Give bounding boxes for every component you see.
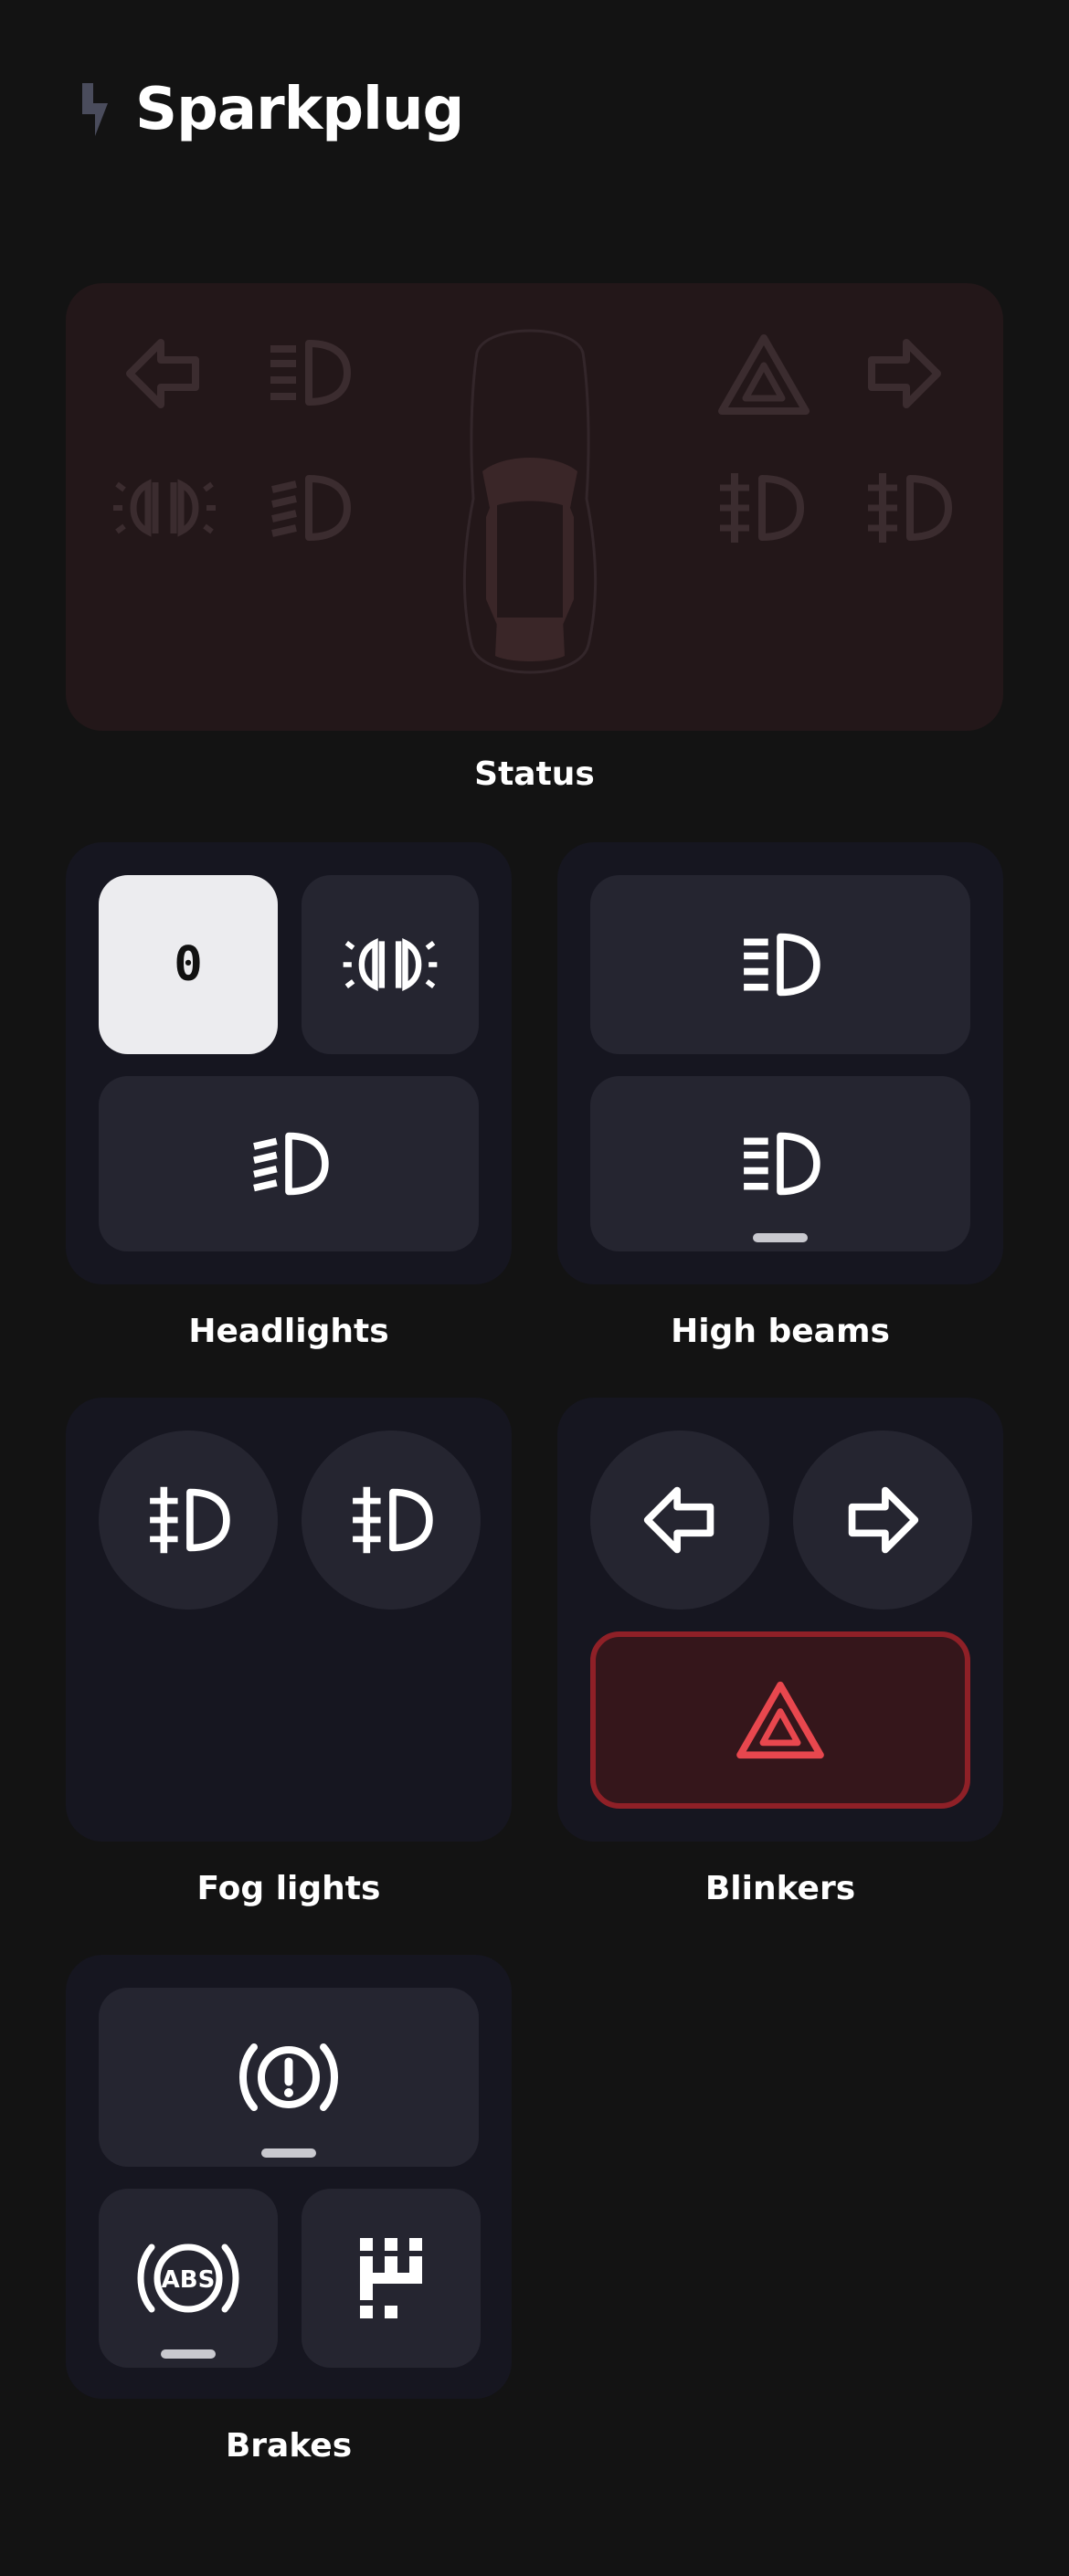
headlights-card: 0 — [66, 842, 512, 1284]
right-arrow-icon — [868, 339, 941, 408]
abs-icon: ABS — [137, 2243, 239, 2313]
right-arrow-icon — [848, 1486, 919, 1554]
fog-lights-card — [66, 1398, 512, 1842]
high-beam-icon — [270, 340, 351, 406]
dashboard-page: Sparkplug Status 0 Headlights High beams… — [0, 0, 1069, 2576]
bolt-icon — [82, 83, 108, 136]
app-header: Sparkplug — [77, 76, 464, 143]
app-title: Sparkplug — [135, 76, 464, 143]
high-beams-label: High beams — [671, 1313, 890, 1350]
left-arrow-icon — [126, 339, 199, 408]
low-beam-icon — [253, 1132, 329, 1196]
blinkers-card — [557, 1398, 1003, 1842]
high-beam-icon — [744, 933, 820, 997]
high-beams-card — [557, 842, 1003, 1284]
low-beam-icon — [271, 475, 351, 541]
car-top-view-icon — [462, 329, 598, 674]
gear-shift-button[interactable] — [302, 2189, 481, 2368]
parking-light-icon — [343, 937, 438, 992]
brakes-card: ABS — [66, 1955, 512, 2399]
abs-icon-text: ABS — [162, 2266, 216, 2294]
left-arrow-icon — [643, 1486, 714, 1554]
high-beam-button-1[interactable] — [590, 875, 970, 1054]
fog-light-button-2[interactable] — [302, 1431, 481, 1610]
gear-shift-icon — [360, 2238, 422, 2318]
left-blinker-button[interactable] — [590, 1431, 769, 1610]
right-blinker-button[interactable] — [793, 1431, 972, 1610]
blinkers-label: Blinkers — [704, 1870, 856, 1907]
headlight-level-button[interactable]: 0 — [99, 875, 278, 1054]
hazard-icon — [736, 1681, 824, 1759]
abs-button[interactable]: ABS — [99, 2189, 278, 2368]
fog-lights-label: Fog lights — [196, 1870, 381, 1907]
status-panel — [66, 283, 1003, 731]
active-indicator — [753, 1233, 808, 1242]
hazard-icon — [718, 334, 810, 415]
fog-light-icon — [868, 473, 952, 543]
brakes-label: Brakes — [225, 2427, 353, 2465]
headlights-label: Headlights — [188, 1313, 389, 1350]
high-beam-icon — [744, 1132, 820, 1196]
brake-warning-button[interactable] — [99, 1988, 479, 2167]
active-indicator — [161, 2349, 216, 2359]
hazard-button[interactable] — [590, 1631, 970, 1809]
high-beam-button-2[interactable] — [590, 1076, 970, 1251]
fog-light-button-1[interactable] — [99, 1431, 278, 1610]
parking-light-icon — [113, 479, 216, 537]
fog-light-icon — [150, 1486, 230, 1554]
fog-light-icon — [720, 473, 804, 543]
brake-warning-icon — [239, 2043, 338, 2111]
low-beam-button[interactable] — [99, 1076, 479, 1251]
fog-light-icon — [353, 1486, 433, 1554]
active-indicator — [261, 2148, 316, 2158]
status-label: Status — [474, 755, 595, 793]
parking-lights-button[interactable] — [302, 875, 479, 1054]
headlight-level-value: 0 — [174, 937, 203, 992]
